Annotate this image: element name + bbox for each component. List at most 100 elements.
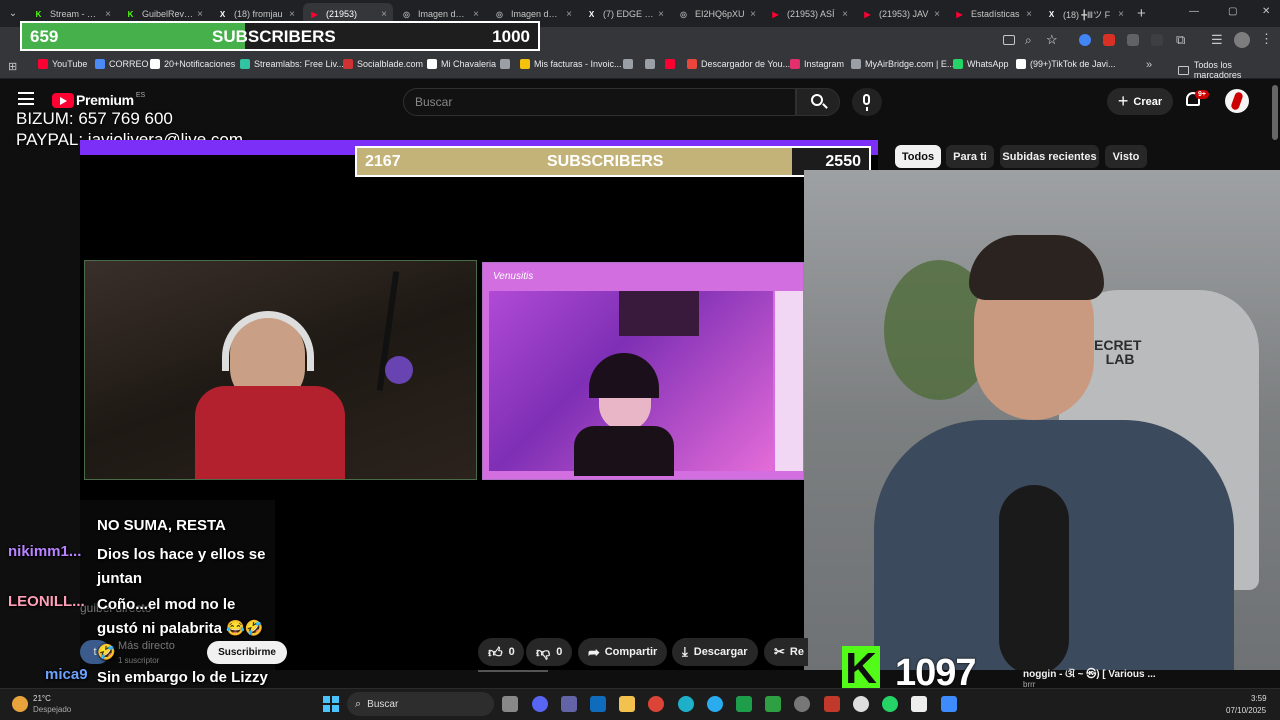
- voice-search-button[interactable]: [852, 88, 882, 116]
- youtube-logo[interactable]: Premium ES: [52, 92, 145, 108]
- search-box[interactable]: Buscar: [403, 88, 796, 116]
- task-view-icon[interactable]: [502, 696, 518, 712]
- profile-avatar[interactable]: [1234, 32, 1250, 48]
- bookmark-10[interactable]: [645, 59, 659, 69]
- browser-tab-11[interactable]: ▶ Estadísticas ×: [948, 3, 1038, 25]
- dislike-button[interactable]: 👎︎ 0: [526, 638, 572, 666]
- chip-subidas-recientes[interactable]: Subidas recientes: [1000, 145, 1099, 168]
- chip-para-ti[interactable]: Para ti: [946, 145, 994, 168]
- teams-icon[interactable]: [561, 696, 577, 712]
- video-progress-bar[interactable]: [478, 670, 548, 672]
- tab-close-icon[interactable]: ×: [105, 9, 111, 20]
- bookmark-11[interactable]: [665, 59, 679, 69]
- edge-icon[interactable]: [678, 696, 694, 712]
- bookmark-3[interactable]: 20+Notificaciones: [150, 59, 235, 69]
- tab-close-icon[interactable]: ×: [566, 9, 572, 20]
- tab-close-icon[interactable]: ×: [658, 9, 664, 20]
- outlook-icon[interactable]: [590, 696, 606, 712]
- bookmark-7[interactable]: [500, 59, 514, 69]
- tab-close-icon[interactable]: ×: [1118, 9, 1124, 20]
- bookmark-star-icon[interactable]: ☆: [1046, 32, 1058, 48]
- browser-menu-icon[interactable]: ⋮: [1260, 31, 1273, 47]
- app-monitor-icon[interactable]: [911, 696, 927, 712]
- hamburger-menu-icon[interactable]: [18, 92, 34, 105]
- bookmark-label: YouTube: [52, 59, 88, 69]
- zoom-icon[interactable]: ⌕: [1025, 33, 1032, 48]
- bookmark-label: CORREO: [109, 59, 149, 69]
- minimize-button[interactable]: —: [1189, 6, 1199, 17]
- browser-tab-7[interactable]: X (7) EDGE en ×: [580, 3, 670, 25]
- download-button[interactable]: ⤓ Descargar: [672, 638, 758, 666]
- dislike-count: 0: [556, 646, 563, 658]
- search-button[interactable]: [796, 88, 840, 116]
- discord-icon[interactable]: [532, 696, 548, 712]
- telegram-icon[interactable]: [707, 696, 723, 712]
- bookmark-16[interactable]: (99+)TikTok de Javi...: [1016, 59, 1115, 69]
- bookmark-2[interactable]: CORREO: [95, 59, 149, 69]
- chip-todos[interactable]: Todos: [895, 145, 941, 168]
- all-bookmarks-folder[interactable]: Todos los marcadores: [1178, 60, 1280, 80]
- extensions-puzzle-icon[interactable]: ⧉: [1176, 32, 1185, 48]
- bookmark-4[interactable]: Streamlabs: Free Liv...: [240, 59, 344, 69]
- bookmark-13[interactable]: Instagram: [790, 59, 844, 69]
- bookmark-8[interactable]: Mis facturas - Invoic...: [520, 59, 622, 69]
- page-scrollbar[interactable]: [1272, 85, 1278, 140]
- close-window-button[interactable]: ✕: [1262, 6, 1270, 17]
- tab-close-icon[interactable]: ×: [842, 9, 848, 20]
- maximize-button[interactable]: ▢: [1228, 6, 1237, 17]
- download-icon: ⤓: [682, 644, 688, 659]
- obs-icon[interactable]: [853, 696, 869, 712]
- extension-icon-3[interactable]: [1127, 34, 1139, 46]
- reading-list-icon[interactable]: ☰: [1211, 32, 1223, 48]
- bookmark-12[interactable]: Descargador de You...: [687, 59, 790, 69]
- whatsapp-icon[interactable]: [882, 696, 898, 712]
- windows-start-icon[interactable]: [323, 696, 339, 712]
- tab-close-icon[interactable]: ×: [381, 9, 387, 20]
- bookmark-15[interactable]: WhatsApp: [953, 59, 1009, 69]
- extension-icon-2[interactable]: [1103, 34, 1115, 46]
- account-avatar[interactable]: [1225, 89, 1249, 113]
- app-gear-icon[interactable]: [794, 696, 810, 712]
- camtasia-icon[interactable]: [736, 696, 752, 712]
- tab-search-chevron-icon[interactable]: ⌄: [5, 6, 21, 22]
- bookmark-14[interactable]: MyAirBridge.com | E...: [851, 59, 954, 69]
- browser-tab-10[interactable]: ▶ (21953) JAV ×: [856, 3, 946, 25]
- chip-visto[interactable]: Visto: [1105, 145, 1147, 168]
- bookmark-6[interactable]: Mi Chavaleria: [427, 59, 496, 69]
- app-blue-icon[interactable]: [941, 696, 957, 712]
- tab-close-icon[interactable]: ×: [934, 9, 940, 20]
- extension-icon-4[interactable]: [1151, 34, 1163, 46]
- bookmark-9[interactable]: [623, 59, 637, 69]
- search-input[interactable]: Buscar: [415, 95, 452, 109]
- left-webcam-feed: [84, 260, 477, 480]
- weather-icon[interactable]: [12, 696, 28, 712]
- tab-close-icon[interactable]: ×: [750, 9, 756, 20]
- chrome-icon[interactable]: [648, 696, 664, 712]
- browser-tab-12[interactable]: X (18) ╋Ⅲツ F ×: [1040, 3, 1130, 25]
- bookmark-5[interactable]: Socialblade.com: [343, 59, 423, 69]
- cast-icon[interactable]: [1003, 35, 1015, 45]
- bookmarks-more-button[interactable]: »: [1146, 59, 1152, 71]
- tab-close-icon[interactable]: ×: [473, 9, 479, 20]
- clock-time[interactable]: 3:59: [1251, 694, 1267, 703]
- create-button[interactable]: + Crear: [1107, 88, 1173, 115]
- kick-logo: K: [842, 646, 880, 692]
- browser-tab-8[interactable]: ◎ EI2HQ6pXU ×: [672, 3, 762, 25]
- clock-date[interactable]: 07/10/2025: [1226, 706, 1266, 715]
- tab-close-icon[interactable]: ×: [1026, 9, 1032, 20]
- app-flag-icon[interactable]: [824, 696, 840, 712]
- app-green-icon[interactable]: [765, 696, 781, 712]
- extension-icon-1[interactable]: [1079, 34, 1091, 46]
- bookmark-1[interactable]: YouTube: [38, 59, 87, 69]
- tab-close-icon[interactable]: ×: [197, 9, 203, 20]
- tab-close-icon[interactable]: ×: [289, 9, 295, 20]
- file-explorer-icon[interactable]: [619, 696, 635, 712]
- like-button[interactable]: 👍︎ 0: [478, 638, 524, 666]
- bookmark-favicon-icon: [95, 59, 105, 69]
- taskbar-search[interactable]: ⌕ Buscar: [347, 692, 494, 716]
- clip-button[interactable]: ✂ Re: [764, 638, 808, 666]
- new-tab-button[interactable]: +: [1137, 5, 1146, 22]
- apps-grid-icon[interactable]: ⊞: [8, 60, 17, 73]
- browser-tab-9[interactable]: ▶ (21953) ASÍ ×: [764, 3, 854, 25]
- share-button[interactable]: ➦ Compartir: [578, 638, 668, 666]
